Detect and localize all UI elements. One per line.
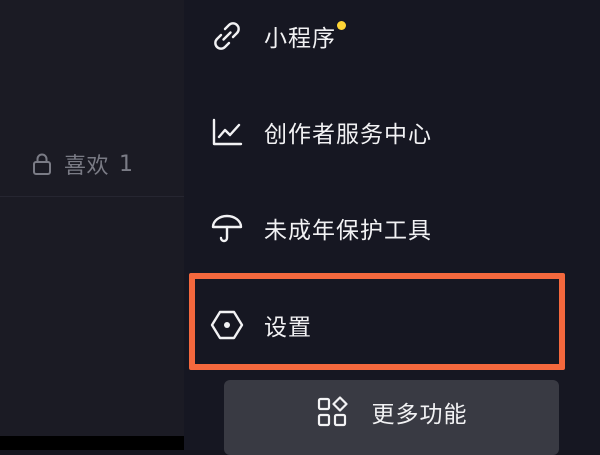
more-features-button[interactable]: 更多功能 bbox=[224, 380, 559, 455]
likes-count: 1 bbox=[119, 151, 134, 177]
menu-item-mini-programs[interactable]: 小程序 bbox=[210, 12, 346, 60]
menu-item-label: 小程序 bbox=[264, 26, 336, 52]
link-icon bbox=[214, 22, 240, 50]
bottom-bar bbox=[0, 436, 184, 450]
menu-item-creator-center[interactable]: 创作者服务中心 bbox=[210, 108, 432, 156]
likes-tab[interactable]: 喜欢 1 bbox=[32, 148, 134, 180]
line-chart-icon bbox=[212, 118, 243, 146]
profile-page-background: 喜欢 1 bbox=[0, 0, 184, 450]
more-features-label: 更多功能 bbox=[371, 401, 468, 428]
menu-item-label: 未成年保护工具 bbox=[264, 218, 432, 244]
lock-icon bbox=[33, 153, 51, 175]
menu-item-minor-protection[interactable]: 未成年保护工具 bbox=[210, 204, 432, 252]
apps-grid-icon bbox=[317, 395, 348, 426]
notification-dot bbox=[337, 21, 346, 30]
likes-tab-label: 喜欢 bbox=[64, 154, 110, 179]
menu-item-label: 设置 bbox=[264, 315, 312, 341]
umbrella-icon bbox=[211, 214, 243, 243]
settings-hexagon-icon bbox=[210, 310, 244, 340]
menu-item-label: 创作者服务中心 bbox=[264, 122, 432, 148]
menu-item-settings[interactable]: 设置 bbox=[210, 301, 312, 349]
tab-divider bbox=[0, 196, 184, 197]
